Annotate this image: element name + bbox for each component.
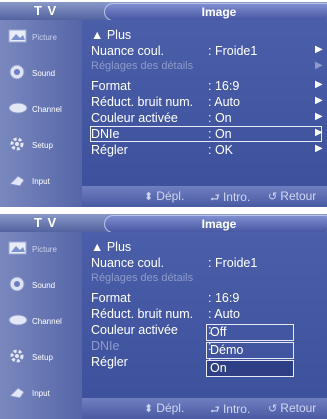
menu-list: ▲ Plus Nuance coul. : Froide1 ▶ Réglages… <box>82 20 327 185</box>
sidebar-item-setup[interactable]: Setup <box>0 342 82 378</box>
enter-label: Intro. <box>222 402 251 416</box>
row-value: : On <box>208 111 232 125</box>
sidebar-item-label: Picture <box>32 245 57 254</box>
more-label: ▲ Plus <box>91 240 132 254</box>
arrow-right-icon: ▶ <box>315 95 323 106</box>
row-value: : Auto <box>208 307 240 321</box>
tv-label: T V <box>34 3 58 18</box>
option-on[interactable]: On <box>206 360 294 377</box>
sidebar-item-label: Setup <box>32 141 53 150</box>
enter-icon: ⮐ <box>210 404 223 416</box>
help-bar: ⬍ Dépl. ⮐ Intro. ↺ Retour <box>82 398 327 419</box>
more-label: ▲ Plus <box>91 28 132 42</box>
help-bar: ⬍ Dépl. ⮐ Intro. ↺ Retour <box>82 186 327 207</box>
sidebar-item-channel[interactable]: Channel <box>0 94 82 130</box>
move-hint: ⬍ Dépl. <box>144 401 184 415</box>
arrow-right-icon: ▶ <box>315 60 323 71</box>
sidebar-item-label: Sound <box>32 69 56 78</box>
tv-menu-panel-2: T V Image Picture Sound Channel Setup In… <box>0 214 327 419</box>
arrow-right-icon: ▶ <box>315 44 323 55</box>
picture-icon <box>8 28 28 44</box>
row-name: Réglages des détails <box>91 272 194 284</box>
top-bar: T V Image <box>0 2 327 21</box>
row-value: : Auto <box>208 95 240 109</box>
input-icon <box>8 384 28 400</box>
enter-hint: ⮐ Intro. <box>210 401 250 419</box>
tv-menu-panel-1: T V Image Picture Sound Channel Setup In… <box>0 2 327 207</box>
sidebar-item-label: Sound <box>32 281 56 290</box>
sidebar-item-channel[interactable]: Channel <box>0 306 82 342</box>
row-name: DNIe <box>91 339 120 353</box>
sidebar-item-label: Channel <box>32 317 62 326</box>
sidebar: Picture Sound Channel Setup Input <box>0 20 82 207</box>
option-demo[interactable]: Démo <box>206 342 294 359</box>
sidebar-item-label: Channel <box>32 105 62 114</box>
arrow-right-icon: ▶ <box>315 111 323 122</box>
sidebar-item-label: Input <box>32 389 50 398</box>
setup-icon <box>8 136 28 152</box>
move-arrows-icon: ⬍ <box>144 191 157 203</box>
row-name: Réduct. bruit num. <box>91 307 194 321</box>
move-label: Dépl. <box>156 401 185 415</box>
row-name: Nuance coul. <box>91 44 164 58</box>
setup-icon <box>8 348 28 364</box>
enter-icon: ⮐ <box>210 192 223 204</box>
row-name: Couleur activée <box>91 111 178 125</box>
option-off[interactable]: Off <box>206 324 294 341</box>
row-name: Réglages des détails <box>91 60 194 72</box>
sidebar-item-label: Input <box>32 177 50 186</box>
return-hint: ↺ Retour <box>268 401 316 415</box>
move-hint: ⬍ Dépl. <box>144 189 184 203</box>
sound-icon <box>8 276 28 292</box>
sidebar-item-input[interactable]: Input <box>0 166 82 202</box>
row-name: Couleur activée <box>91 323 178 337</box>
menu-title: Image <box>104 3 327 21</box>
move-label: Dépl. <box>156 189 185 203</box>
enter-hint: ⮐ Intro. <box>210 189 250 207</box>
input-icon <box>8 172 28 188</box>
return-hint: ↺ Retour <box>268 189 316 203</box>
row-name: Réduct. bruit num. <box>91 95 194 109</box>
sidebar-item-picture[interactable]: Picture <box>0 22 82 58</box>
channel-icon <box>8 312 28 328</box>
tv-label: T V <box>34 215 58 230</box>
arrow-right-icon: ▶ <box>315 127 323 138</box>
row-name: Format <box>91 79 131 93</box>
picture-icon <box>8 240 28 256</box>
row-value: : Froide1 <box>208 256 258 270</box>
row-name: Nuance coul. <box>91 256 164 270</box>
sidebar-item-picture[interactable]: Picture <box>0 234 82 270</box>
return-icon: ↺ <box>268 403 281 415</box>
row-name: DNIe <box>91 127 120 141</box>
option-dropdown: Off Démo On <box>206 324 294 378</box>
sound-icon <box>8 64 28 80</box>
row-value: : On <box>208 127 232 141</box>
menu-row-dnie[interactable]: DNIe : On ▶ <box>90 126 323 142</box>
row-value: : 16:9 <box>208 79 240 93</box>
row-value: : OK <box>208 143 234 157</box>
sidebar-item-input[interactable]: Input <box>0 378 82 414</box>
sidebar-item-label: Picture <box>32 33 57 42</box>
menu-title: Image <box>104 215 327 233</box>
top-bar: T V Image <box>0 214 327 233</box>
sidebar-item-label: Setup <box>32 353 53 362</box>
move-arrows-icon: ⬍ <box>144 403 157 415</box>
arrow-right-icon: ▶ <box>315 143 323 154</box>
sidebar-item-setup[interactable]: Setup <box>0 130 82 166</box>
enter-label: Intro. <box>222 190 251 204</box>
row-value: : Froide1 <box>208 44 258 58</box>
sidebar-item-sound[interactable]: Sound <box>0 58 82 94</box>
arrow-right-icon: ▶ <box>315 79 323 90</box>
sidebar-item-sound[interactable]: Sound <box>0 270 82 306</box>
row-name: Régler <box>91 355 128 369</box>
channel-icon <box>8 100 28 116</box>
row-name: Régler <box>91 143 128 157</box>
return-icon: ↺ <box>268 191 281 203</box>
menu-list: ▲ Plus Nuance coul. : Froide1 Réglages d… <box>82 232 327 397</box>
sidebar: Picture Sound Channel Setup Input <box>0 232 82 419</box>
return-label: Retour <box>280 189 317 203</box>
row-name: Format <box>91 291 131 305</box>
row-value: : 16:9 <box>208 291 240 305</box>
return-label: Retour <box>280 401 317 415</box>
